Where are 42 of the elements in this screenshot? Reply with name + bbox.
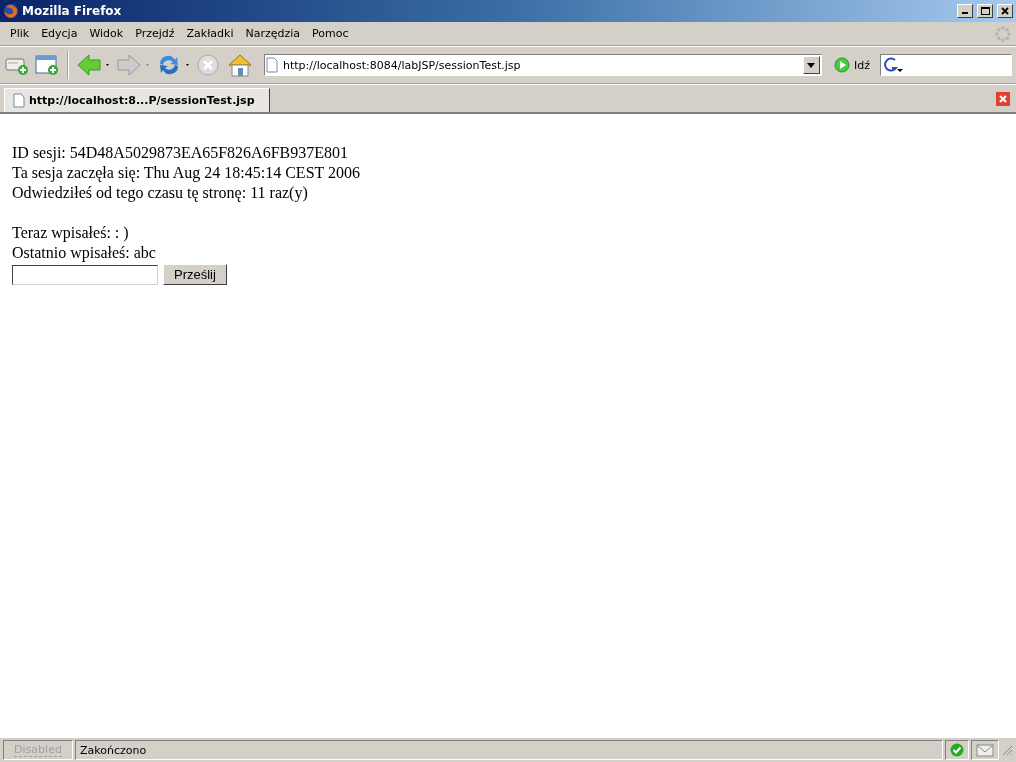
- back-arrow-icon[interactable]: [76, 53, 112, 77]
- firefox-logo-icon: [3, 3, 19, 19]
- info-text: ID sesji: 54D48A5029873EA65F826A6FB937E801: [12, 143, 349, 163]
- menu-item[interactable]: Zakładki: [180, 25, 240, 42]
- menu-item[interactable]: Plik: [4, 25, 36, 42]
- info-text: Odwiedziłeś od tego czasu tę stronę: 11 raz(y): [12, 183, 309, 203]
- maximize-icon: [980, 7, 990, 15]
- text-input[interactable]: [12, 264, 158, 285]
- go-button[interactable]: Idź: [834, 57, 870, 73]
- page-icon: [13, 93, 25, 108]
- browser-tab[interactable]: http://localhost:8...P/sessionTest.jsp: [4, 88, 270, 112]
- maximize-button[interactable]: [977, 4, 993, 18]
- checkmark-icon: [950, 743, 964, 757]
- close-tab-icon[interactable]: [996, 92, 1010, 106]
- play-icon: [834, 57, 850, 73]
- new-tab-icon[interactable]: [34, 53, 60, 77]
- submit-button[interactable]: Prześlij: [163, 264, 227, 285]
- stop-icon[interactable]: [196, 53, 222, 77]
- info-text: Ta sesja zaczęła się: Thu Aug 24 18:45:14 CEST 2006: [12, 163, 361, 183]
- mail-icon: [976, 743, 994, 757]
- status-text: Zakończono: [80, 743, 147, 757]
- menu-item[interactable]: Pomoc: [306, 25, 355, 42]
- menu-item[interactable]: Widok: [83, 25, 130, 42]
- minimize-button[interactable]: [957, 4, 973, 18]
- page-icon: [265, 57, 279, 73]
- search-field[interactable]: [880, 54, 1012, 76]
- info-text: Teraz wpisałeś: : ): [12, 223, 130, 243]
- address-bar[interactable]: http://localhost:8084/labJSP/sessionTest.jsp: [264, 54, 822, 76]
- menu-item[interactable]: Narzędzia: [239, 25, 307, 42]
- home-icon[interactable]: [226, 52, 254, 78]
- info-text: Ostatnio wpisałeś: abc: [12, 243, 157, 263]
- resize-grip-icon: [1001, 744, 1013, 756]
- throbber-icon: [994, 24, 1012, 43]
- minimize-icon: [962, 12, 968, 14]
- caret-icon: [807, 62, 816, 68]
- close-icon: [1001, 7, 1009, 15]
- menu-item[interactable]: Przejdź: [129, 25, 181, 42]
- dropdown-button[interactable]: [803, 56, 820, 74]
- search-engine-icon: [883, 56, 905, 74]
- window-title: Mozilla Firefox: [22, 4, 123, 18]
- menu-item[interactable]: Edycja: [35, 25, 84, 42]
- close-button[interactable]: [997, 4, 1013, 18]
